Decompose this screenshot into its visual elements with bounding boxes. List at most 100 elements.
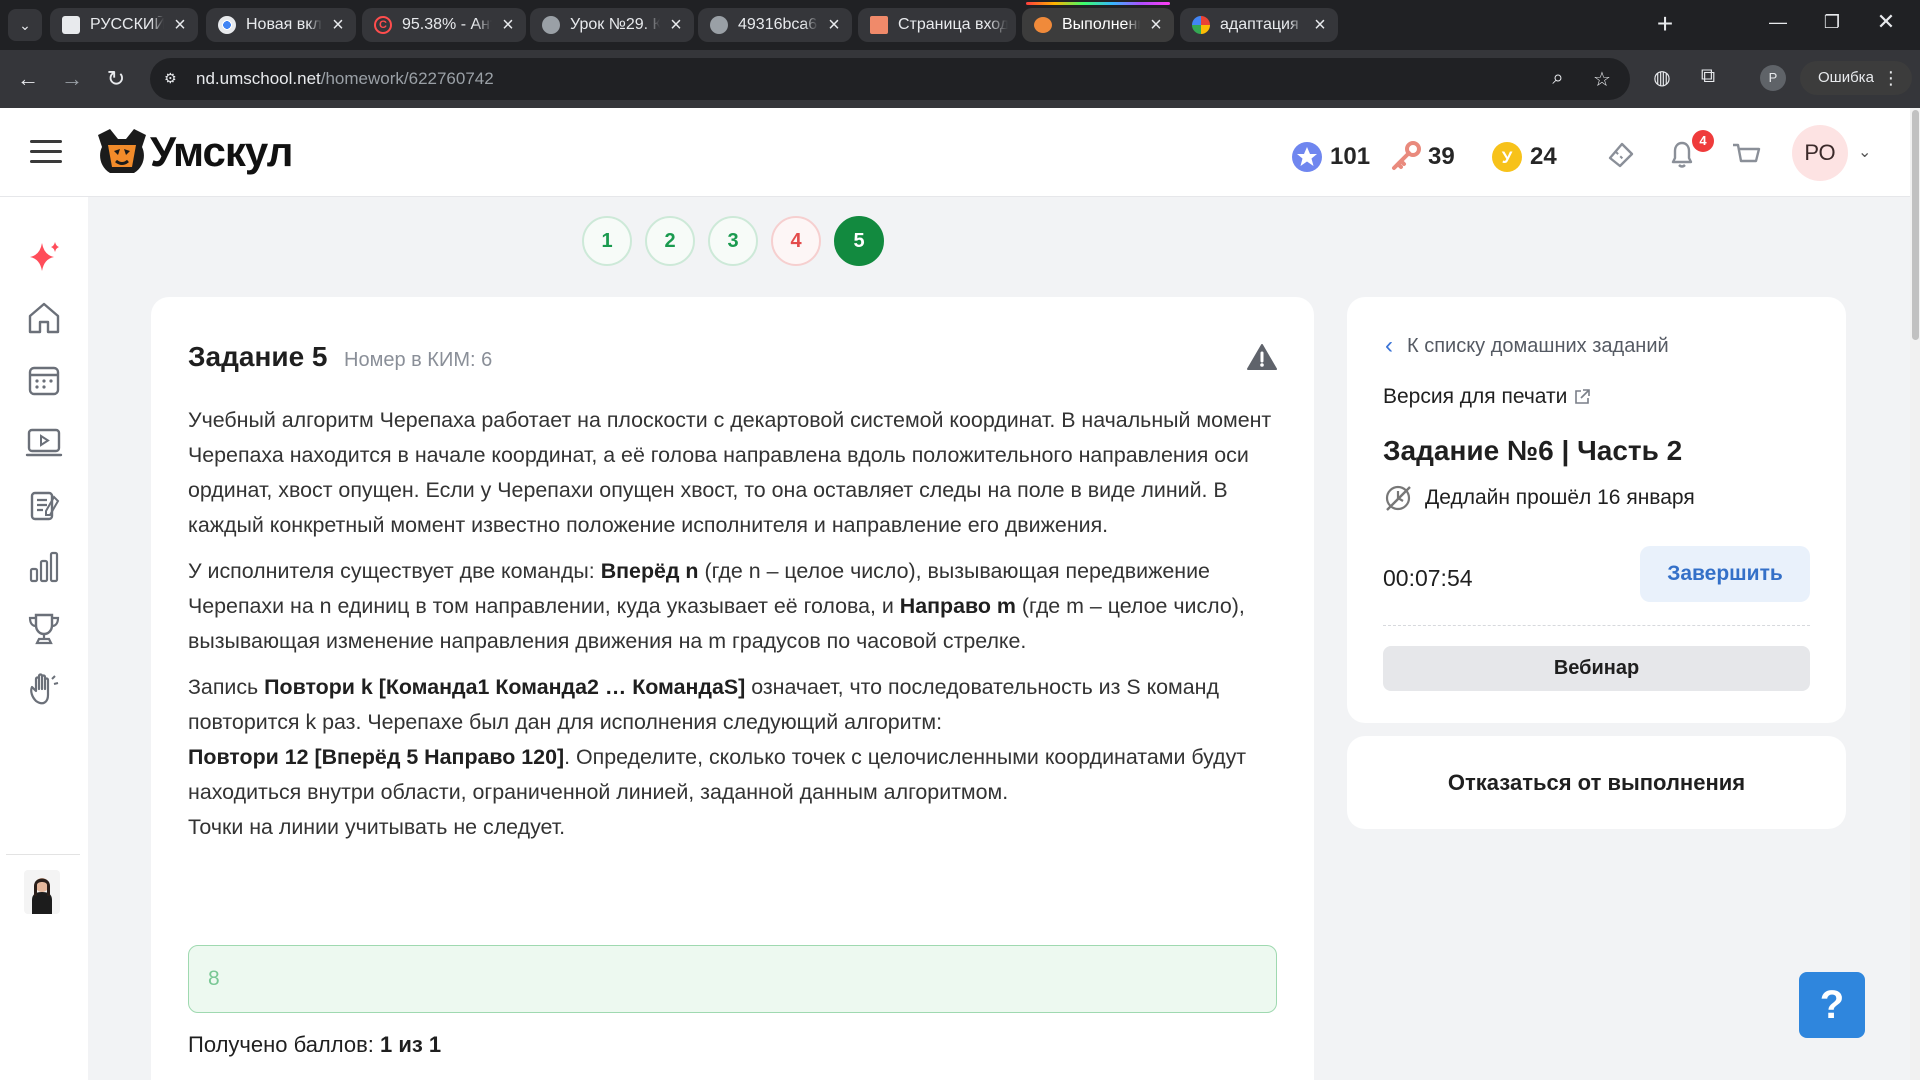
key-icon <box>1388 140 1422 174</box>
task-card: Задание 5 Номер в КИМ: 6 Учебный алгорит… <box>151 297 1314 1080</box>
deadline-text: Дедлайн прошёл 16 января <box>1425 486 1695 509</box>
page-scrollbar-thumb[interactable] <box>1912 110 1919 340</box>
webinar-button[interactable]: Вебинар <box>1383 646 1810 691</box>
close-tab-icon[interactable]: × <box>328 14 348 37</box>
hand-icon[interactable] <box>24 671 64 711</box>
task-statement: Учебный алгоритм Черепаха работает на пл… <box>188 403 1278 845</box>
hamburger-menu-icon[interactable] <box>30 140 62 164</box>
back-link-label: К списку домашних заданий <box>1407 334 1669 357</box>
extensions-icon[interactable]: ⧉ <box>1694 65 1722 93</box>
chevron-down-icon[interactable]: ⌄ <box>1858 142 1878 162</box>
cart-icon[interactable] <box>1728 136 1764 172</box>
tab-title: Урок №29. Касательная <box>570 16 660 33</box>
print-version-link[interactable]: Версия для печати <box>1383 385 1592 409</box>
browser-tab-active[interactable]: Выполнение домашнего задания × <box>1022 2 1174 42</box>
umskul-icon <box>1034 17 1052 33</box>
score-line: Получено баллов: 1 из 1 <box>188 1032 442 1057</box>
task-nav-item[interactable]: 3 <box>708 216 758 266</box>
chrome-icon <box>218 16 236 34</box>
help-button[interactable]: ? <box>1799 972 1865 1038</box>
stat-value: 101 <box>1330 143 1371 170</box>
browser-tab[interactable]: адаптация под ресурс × <box>1180 8 1338 42</box>
score-value: 1 из 1 <box>380 1032 442 1057</box>
task-paragraph: У исполнителя существует две команды: Вп… <box>188 559 1245 653</box>
forward-icon[interactable]: → <box>56 63 88 95</box>
star-badge-icon <box>1290 140 1324 174</box>
close-window-icon[interactable]: ✕ <box>1871 9 1901 35</box>
chevron-left-icon: ‹ <box>1385 332 1393 359</box>
browser-tab[interactable]: Урок №29. Касательная × <box>530 8 694 42</box>
page: Умскул 101 39 У 24 4 РО ⌄ 1 2 3 4 5 Зада… <box>0 108 1920 1080</box>
zoom-icon[interactable]: ⌕ <box>1546 67 1570 90</box>
close-tab-icon[interactable]: × <box>666 14 686 37</box>
close-tab-icon[interactable]: × <box>1146 14 1166 37</box>
new-tab-icon[interactable]: + <box>1650 10 1680 40</box>
deadline-passed-icon <box>1385 485 1411 511</box>
browser-profile-avatar[interactable]: P <box>1760 65 1786 91</box>
video-lesson-icon[interactable] <box>24 422 64 462</box>
globe-icon <box>710 16 728 34</box>
curator-photo[interactable] <box>24 870 60 914</box>
trophy-icon[interactable] <box>24 609 64 649</box>
homework-title: Задание №6 | Часть 2 <box>1383 435 1683 466</box>
task-navigation: 1 2 3 4 5 <box>582 216 884 266</box>
restore-icon[interactable]: ❐ <box>1817 12 1847 33</box>
url-text[interactable]: nd.umschool.net/homework/622760742 <box>196 69 494 89</box>
stat-keys[interactable]: 39 <box>1388 140 1455 174</box>
translate-globe-icon[interactable]: ◍ <box>1648 65 1676 93</box>
close-tab-icon[interactable]: × <box>170 14 190 37</box>
back-icon[interactable]: ← <box>12 63 44 95</box>
answer-field[interactable]: 8 <box>188 945 1277 1013</box>
task-nav-item-current[interactable]: 5 <box>834 216 884 266</box>
site-settings-icon[interactable]: ⚙ <box>164 70 182 88</box>
profile-error-pill[interactable]: Ошибка ⋮ <box>1800 61 1912 95</box>
close-tab-icon[interactable]: × <box>824 14 844 37</box>
coin-letter: У <box>1502 148 1513 167</box>
umskul-logo[interactable]: Умскул <box>92 125 293 179</box>
close-tab-icon[interactable]: × <box>1310 14 1330 37</box>
left-sidebar <box>0 197 88 1080</box>
minimize-icon[interactable]: — <box>1763 12 1793 33</box>
tab-search-button[interactable]: ⌄ <box>8 9 42 41</box>
ticket-icon[interactable] <box>1602 136 1638 172</box>
home-icon[interactable] <box>24 298 64 338</box>
back-to-homework-list-link[interactable]: ‹ К списку домашних заданий <box>1385 332 1669 360</box>
close-tab-icon[interactable]: × <box>498 14 518 37</box>
site-header: Умскул 101 39 У 24 4 РО ⌄ <box>0 108 1910 197</box>
stat-coins[interactable]: У 24 <box>1490 140 1557 174</box>
notification-badge: 4 <box>1692 130 1714 152</box>
user-avatar[interactable]: РО <box>1792 125 1848 181</box>
address-bar[interactable]: ⚙ nd.umschool.net/homework/622760742 ⌕ ☆ <box>150 58 1630 100</box>
browser-tab[interactable]: 49316bca611c6a × <box>698 8 852 42</box>
tab-title: адаптация под ресурс <box>1220 16 1304 33</box>
task-nav-item[interactable]: 1 <box>582 216 632 266</box>
refuse-button[interactable]: Отказаться от выполнения <box>1347 736 1846 829</box>
browser-tab[interactable]: Страница входа <box>858 8 1016 42</box>
homework-info-card: ‹ К списку домашних заданий Версия для п… <box>1347 297 1846 723</box>
task-nav-item-wrong[interactable]: 4 <box>771 216 821 266</box>
finish-button[interactable]: Завершить <box>1640 546 1810 602</box>
browser-tab[interactable]: Новая вкладка × <box>206 8 356 42</box>
tab-title: Выполнение домашнего задания <box>1062 16 1140 33</box>
more-menu-icon[interactable]: ⋮ <box>1882 61 1900 95</box>
stat-value: 39 <box>1428 143 1455 170</box>
browser-tab[interactable]: РУССКИЙ ЯЗЫК × <box>50 8 198 42</box>
reload-icon[interactable]: ↻ <box>100 63 132 95</box>
antiplagiat-icon: C <box>374 16 392 34</box>
sparkle-icon[interactable] <box>24 237 64 277</box>
task-paragraph: Запись Повтори k [Команда1 Команда2 … Ко… <box>188 675 1247 839</box>
homework-icon[interactable] <box>24 485 64 525</box>
calendar-icon[interactable] <box>24 360 64 400</box>
report-warning-icon[interactable] <box>1247 343 1277 371</box>
task-nav-item[interactable]: 2 <box>645 216 695 266</box>
orange-square-icon <box>870 16 888 34</box>
sidebar-divider <box>6 854 80 855</box>
task-title: Задание 5 <box>188 341 328 372</box>
divider <box>1383 625 1810 626</box>
browser-tab[interactable]: C 95.38% - Антиплагиат × <box>362 8 526 42</box>
stats-icon[interactable] <box>24 547 64 587</box>
coin-icon: У <box>1490 140 1524 174</box>
bookmark-star-icon[interactable]: ☆ <box>1590 67 1614 92</box>
error-label: Ошибка <box>1818 69 1874 86</box>
stat-stars[interactable]: 101 <box>1290 140 1370 174</box>
